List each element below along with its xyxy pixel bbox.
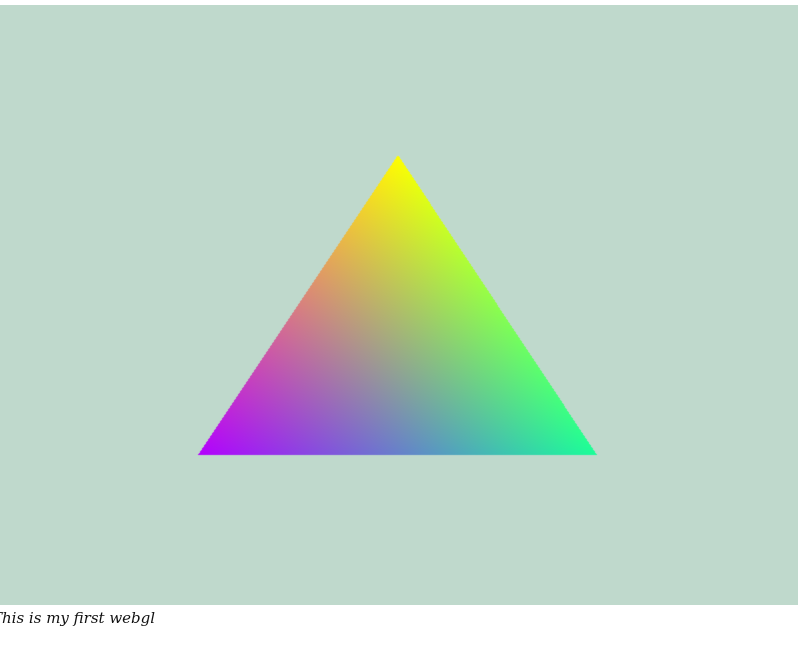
- caption-text: This is my first webgl: [0, 609, 156, 627]
- webgl-canvas: [0, 5, 798, 605]
